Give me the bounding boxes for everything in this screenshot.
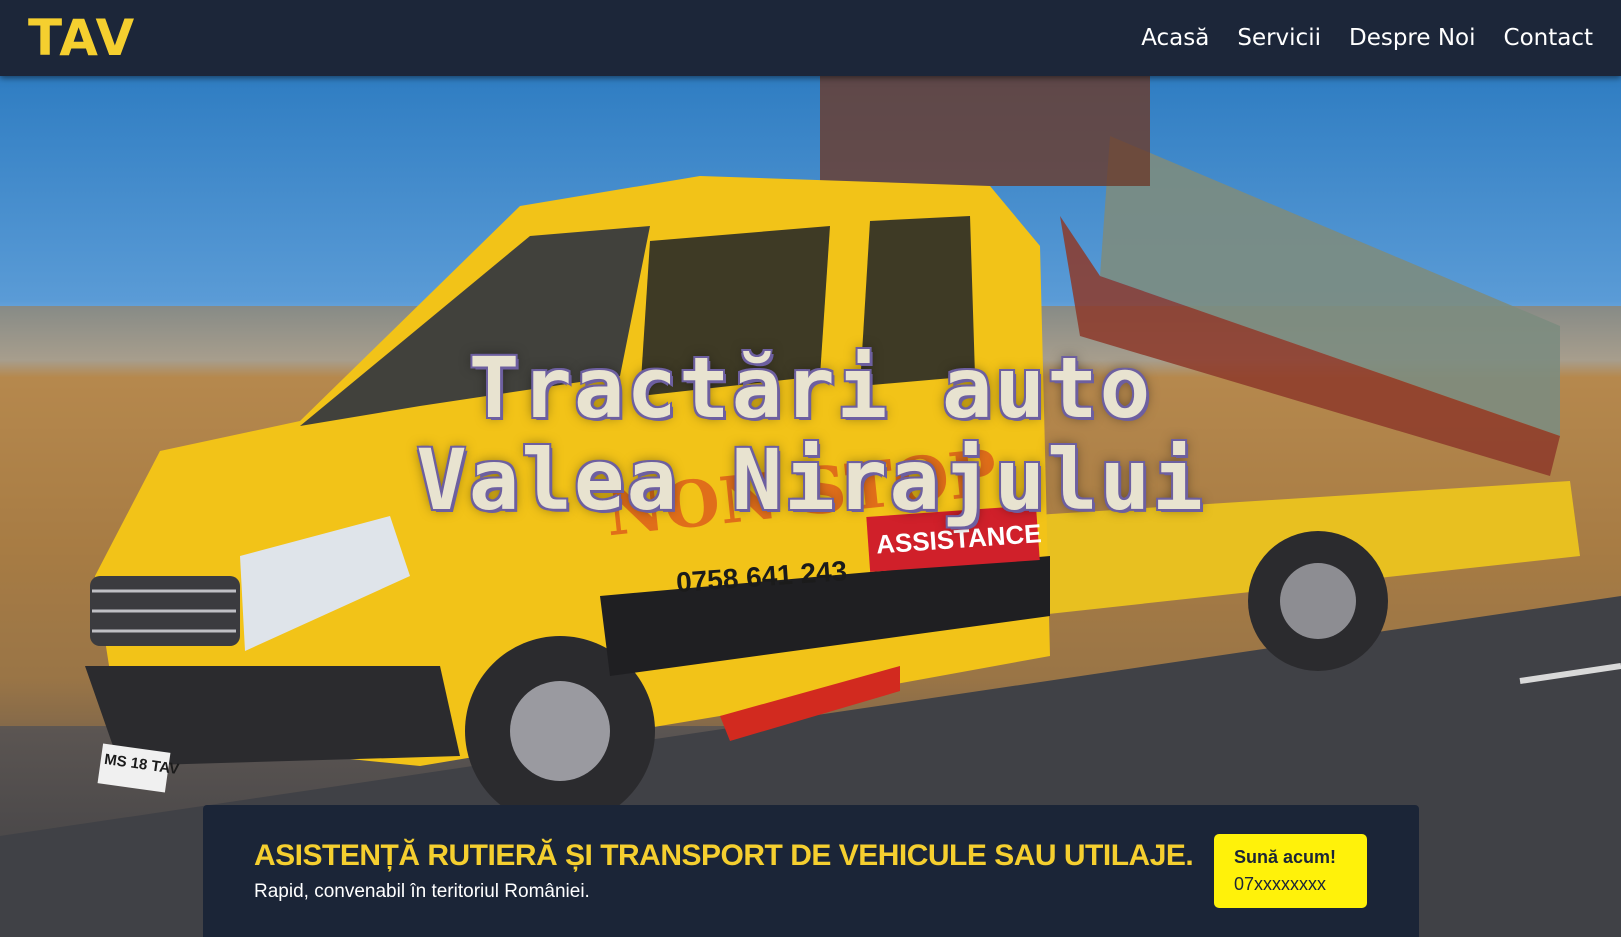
call-now-number: 07xxxxxxxx — [1234, 874, 1327, 894]
service-banner: ASISTENȚĂ RUTIERĂ ȘI TRANSPORT DE VEHICU… — [203, 805, 1419, 937]
banner-headline: ASISTENȚĂ RUTIERĂ ȘI TRANSPORT DE VEHICU… — [254, 839, 1194, 872]
banner-text: ASISTENȚĂ RUTIERĂ ȘI TRANSPORT DE VEHICU… — [254, 839, 1194, 903]
call-now-label: Sună acum! — [1234, 847, 1337, 867]
nav-link-servicii[interactable]: Servicii — [1237, 25, 1321, 51]
nav-link-despre-noi[interactable]: Despre Noi — [1349, 25, 1476, 51]
hero-title-line-1: Tractări auto — [468, 339, 1153, 437]
banner-subtitle: Rapid, convenabil în teritoriul României… — [254, 881, 590, 902]
call-now-button[interactable]: Sună acum! 07xxxxxxxx — [1214, 834, 1367, 908]
hero-title: Tractări auto Valea Nirajului — [0, 342, 1621, 526]
site-logo[interactable]: TAV — [28, 9, 135, 67]
hero-title-line-2: Valea Nirajului — [416, 431, 1205, 529]
nav-link-contact[interactable]: Contact — [1504, 25, 1593, 51]
nav-link-acasa[interactable]: Acasă — [1141, 25, 1209, 51]
main-nav: Acasă Servicii Despre Noi Contact — [1141, 25, 1593, 51]
navbar: TAV Acasă Servicii Despre Noi Contact — [0, 0, 1621, 76]
